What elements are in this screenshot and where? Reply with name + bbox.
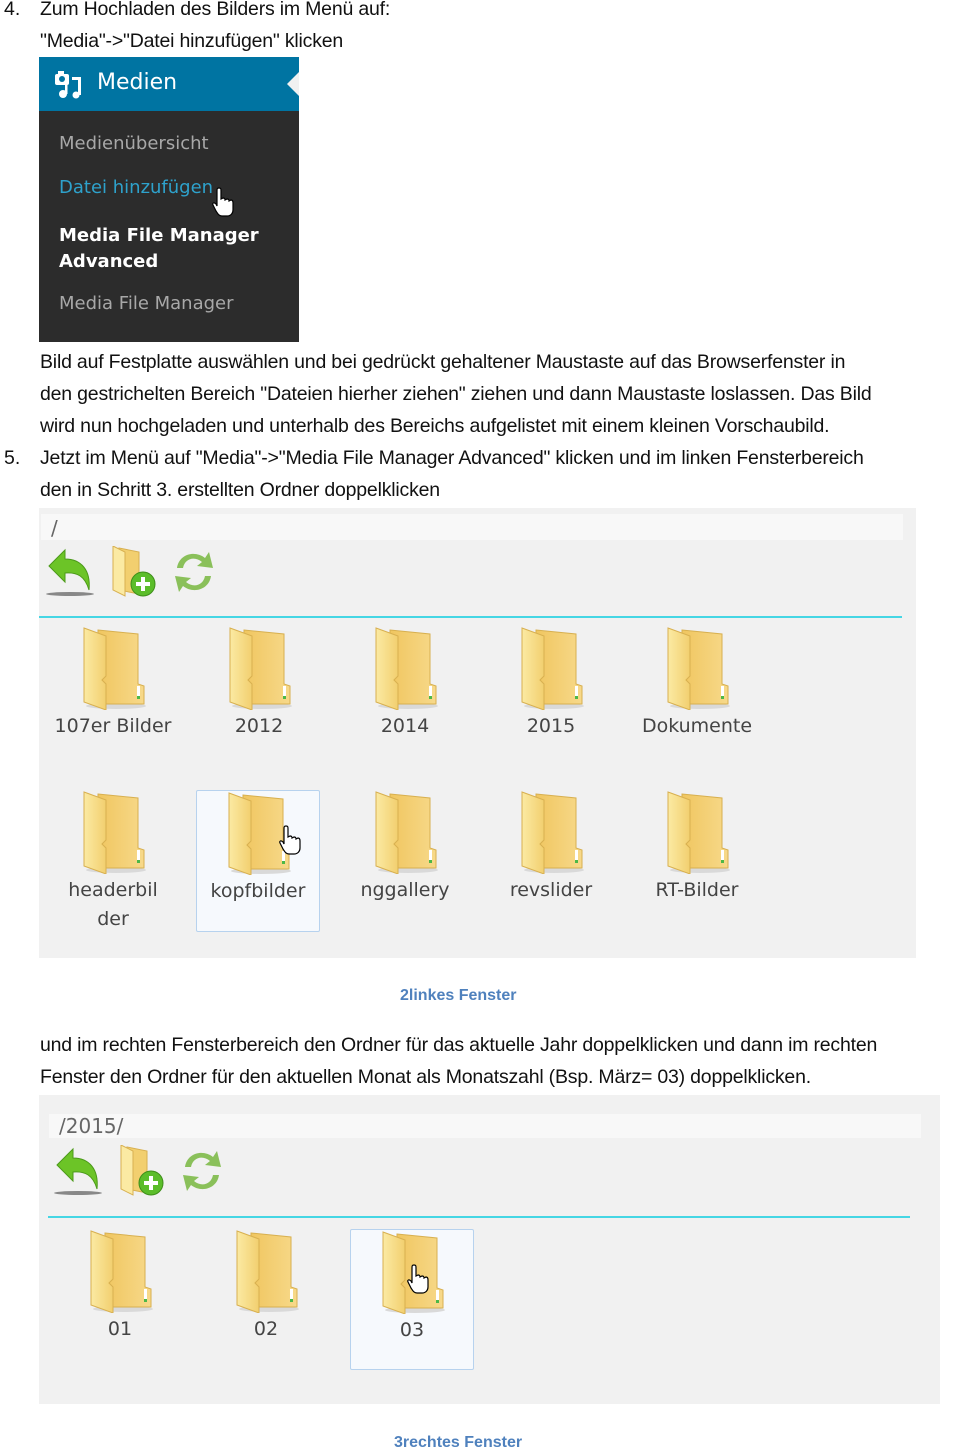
caption-right-window: 3rechtes Fenster bbox=[394, 1434, 523, 1451]
folder-label: RT-Bilder bbox=[655, 879, 739, 901]
path-bar[interactable]: /2015/ bbox=[49, 1114, 921, 1138]
menu-item-datei-hinzufuegen[interactable]: Datei hinzufügen bbox=[59, 177, 213, 198]
folder-icon bbox=[662, 790, 732, 874]
wp-media-menu: Medien Medienübersicht Datei hinzufügen … bbox=[39, 57, 299, 342]
back-icon[interactable] bbox=[45, 546, 95, 598]
wp-menu-title: Medien bbox=[97, 70, 178, 95]
new-folder-icon[interactable] bbox=[109, 546, 159, 598]
para2-line1: und im rechten Fensterbereich den Ordner… bbox=[40, 1034, 878, 1056]
folder-label: kopfbilder bbox=[210, 880, 306, 902]
folder-label: 107er Bilder bbox=[54, 715, 172, 737]
folder-label: 03 bbox=[399, 1319, 425, 1341]
menu-item-media-file-manager-advanced[interactable]: Media File Manager Advanced bbox=[59, 223, 259, 275]
folder-item-selected[interactable]: kopfbilder bbox=[196, 790, 320, 932]
step4-line2: "Media"->"Datei hinzufügen" klicken bbox=[40, 30, 344, 52]
folder-icon bbox=[516, 790, 586, 874]
toolbar-separator bbox=[48, 1216, 910, 1218]
folder-icon bbox=[78, 626, 148, 710]
menu-item-label-line2: Advanced bbox=[59, 251, 159, 272]
back-icon[interactable] bbox=[53, 1145, 103, 1197]
new-folder-icon[interactable] bbox=[117, 1145, 167, 1197]
folder-label: 2015 bbox=[526, 715, 576, 737]
para1-line3: wird nun hochgeladen und unterhalb des B… bbox=[40, 415, 830, 437]
folder-item[interactable]: headerbil der bbox=[51, 790, 175, 932]
para2-line2: Fenster den Ordner für den aktuellen Mon… bbox=[40, 1066, 811, 1088]
folder-label: 01 bbox=[107, 1318, 133, 1340]
refresh-icon[interactable] bbox=[169, 546, 219, 598]
media-icon bbox=[55, 71, 81, 99]
hand-cursor-icon bbox=[407, 1264, 431, 1294]
step-number: 4. bbox=[4, 0, 21, 20]
left-file-manager: / 107er Bilder 2012 2014 2015 Dokumente … bbox=[39, 508, 916, 958]
folder-label: 2012 bbox=[234, 715, 284, 737]
menu-item-label-line1: Media File Manager bbox=[59, 225, 259, 246]
folder-icon bbox=[85, 1229, 155, 1313]
step5-line1: Jetzt im Menü auf "Media"->"Media File M… bbox=[40, 447, 864, 469]
folder-icon bbox=[231, 1229, 301, 1313]
folder-label: 2014 bbox=[380, 715, 430, 737]
folder-item[interactable]: 107er Bilder bbox=[51, 626, 175, 768]
folder-icon bbox=[78, 790, 148, 874]
folder-item[interactable]: Dokumente bbox=[635, 626, 759, 768]
wp-menu-header[interactable]: Medien bbox=[39, 57, 299, 111]
step-number: 5. bbox=[4, 447, 21, 469]
folder-item[interactable]: 2012 bbox=[197, 626, 321, 768]
path-bar[interactable]: / bbox=[41, 514, 903, 540]
hand-cursor-icon bbox=[212, 187, 236, 217]
menu-item-media-file-manager[interactable]: Media File Manager bbox=[59, 293, 234, 314]
folder-icon bbox=[224, 626, 294, 710]
step4-line1: Zum Hochladen des Bilders im Menü auf: bbox=[40, 0, 391, 20]
toolbar-separator bbox=[39, 616, 902, 618]
folder-item[interactable]: RT-Bilder bbox=[635, 790, 759, 932]
folder-item[interactable]: 2015 bbox=[489, 626, 613, 768]
step5-line2: den in Schritt 3. erstellten Ordner dopp… bbox=[40, 479, 440, 501]
folder-item[interactable]: nggallery bbox=[343, 790, 467, 932]
folder-label: nggallery bbox=[360, 879, 450, 901]
folder-icon bbox=[370, 626, 440, 710]
folder-label: 02 bbox=[253, 1318, 279, 1340]
folder-label: headerbil bbox=[68, 879, 158, 901]
folder-item[interactable]: 01 bbox=[58, 1229, 182, 1371]
folder-label: revslider bbox=[509, 879, 593, 901]
para1-line2: den gestrichelten Bereich "Dateien hierh… bbox=[40, 383, 872, 405]
para1-line1: Bild auf Festplatte auswählen und bei ge… bbox=[40, 351, 846, 373]
folder-label: Dokumente bbox=[641, 715, 753, 737]
folder-icon bbox=[370, 790, 440, 874]
active-menu-arrow bbox=[287, 72, 299, 96]
folder-icon bbox=[662, 626, 732, 710]
folder-item-selected[interactable]: 03 bbox=[350, 1229, 474, 1370]
folder-label-wrap: der bbox=[97, 908, 129, 930]
refresh-icon[interactable] bbox=[177, 1145, 227, 1197]
folder-item[interactable]: 2014 bbox=[343, 626, 467, 768]
hand-cursor-icon bbox=[279, 825, 303, 855]
folder-icon bbox=[516, 626, 586, 710]
folder-item[interactable]: 02 bbox=[204, 1229, 328, 1371]
menu-item-medienuebersicht[interactable]: Medienübersicht bbox=[59, 133, 209, 154]
caption-left-window: 2linkes Fenster bbox=[400, 987, 517, 1004]
folder-item[interactable]: revslider bbox=[489, 790, 613, 932]
right-file-manager: /2015/ 01 02 03 bbox=[39, 1095, 940, 1404]
